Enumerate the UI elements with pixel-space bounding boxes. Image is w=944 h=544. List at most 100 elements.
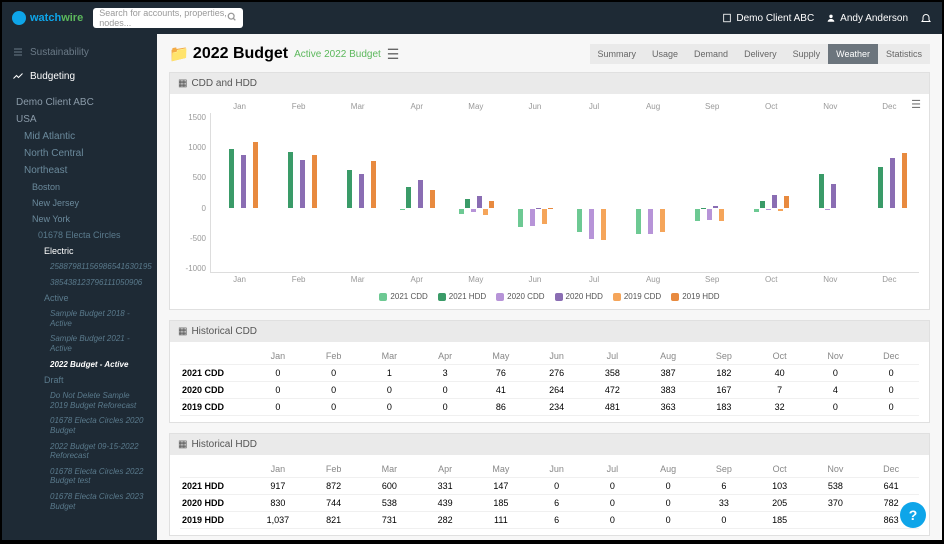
logo[interactable]: watchwire [12, 11, 83, 25]
tab-supply[interactable]: Supply [785, 44, 829, 64]
legend-item[interactable]: 2019 CDD [613, 292, 661, 301]
table-header: JanFebMarAprMayJunJulAugSepOctNovDec [180, 461, 919, 478]
tree-root[interactable]: Demo Client ABC [2, 94, 157, 111]
cell: 0 [696, 512, 752, 528]
bar[interactable] [518, 209, 523, 227]
legend-item[interactable]: 2021 HDD [438, 292, 486, 301]
bar[interactable] [530, 209, 535, 226]
bar[interactable] [878, 167, 883, 208]
bar[interactable] [465, 199, 470, 208]
bar[interactable] [831, 184, 836, 208]
tree-budget[interactable]: 2022 Budget 09-15-2022 Reforecast [2, 439, 157, 464]
tree-meter[interactable]: 25887981156986541630195 [2, 259, 157, 275]
bar[interactable] [253, 142, 258, 208]
bar[interactable] [819, 174, 824, 208]
tab-statistics[interactable]: Statistics [878, 44, 930, 64]
tree-city[interactable]: New Jersey [2, 195, 157, 211]
bell-icon[interactable] [920, 12, 932, 24]
legend-item[interactable]: 2020 CDD [496, 292, 544, 301]
bar[interactable] [890, 158, 895, 208]
tree-region[interactable]: Mid Atlantic [2, 128, 157, 145]
tree-budget[interactable]: Sample Budget 2018 - Active [2, 306, 157, 331]
bar[interactable] [784, 196, 789, 208]
tab-summary[interactable]: Summary [590, 44, 645, 64]
legend-item[interactable]: 2019 HDD [671, 292, 719, 301]
tab-usage[interactable]: Usage [644, 44, 686, 64]
bar[interactable] [418, 180, 423, 208]
bar[interactable] [312, 155, 317, 208]
month-label: Aug [624, 275, 683, 284]
bar[interactable] [229, 149, 234, 208]
bar[interactable] [371, 161, 376, 208]
tree-region[interactable]: North Central [2, 145, 157, 162]
bar[interactable] [754, 209, 759, 212]
tree-usa[interactable]: USA [2, 111, 157, 128]
bar[interactable] [902, 153, 907, 208]
legend-swatch [438, 293, 446, 301]
bar[interactable] [477, 196, 482, 208]
month-label: Jun [505, 102, 564, 111]
user-menu[interactable]: Andy Anderson [826, 13, 908, 24]
nav-budgeting[interactable]: Budgeting [2, 64, 157, 88]
panel-hdd: ▦ Historical HDD JanFebMarAprMayJunJulAu… [169, 433, 930, 536]
bar[interactable] [430, 190, 435, 208]
bar[interactable] [695, 209, 700, 221]
bar-group [742, 113, 801, 272]
bar[interactable] [636, 209, 641, 234]
legend-item[interactable]: 2020 HDD [555, 292, 603, 301]
bar[interactable] [577, 209, 582, 232]
tree-budget[interactable]: 01678 Electa Circles 2020 Budget [2, 413, 157, 438]
bar[interactable] [489, 201, 494, 208]
tree-budget[interactable]: Sample Budget 2021 - Active [2, 331, 157, 356]
tree-electric[interactable]: Electric [2, 243, 157, 259]
tab-weather[interactable]: Weather [828, 44, 878, 64]
bar[interactable] [241, 155, 246, 208]
search-input[interactable]: Search for accounts, properties, nodes..… [93, 8, 243, 28]
cell: 0 [863, 365, 919, 381]
bar[interactable] [471, 209, 476, 212]
tree-budget[interactable]: 01678 Electa Circles 2023 Budget [2, 489, 157, 514]
bar[interactable] [772, 195, 777, 208]
bar[interactable] [778, 209, 783, 211]
bar[interactable] [359, 174, 364, 208]
bar[interactable] [713, 206, 718, 208]
tree-meter[interactable]: 385438123796111050906 [2, 275, 157, 291]
bar[interactable] [406, 187, 411, 208]
bar[interactable] [760, 201, 765, 208]
tab-delivery[interactable]: Delivery [736, 44, 785, 64]
tree-city[interactable]: Boston [2, 179, 157, 195]
legend-label: 2021 HDD [449, 292, 486, 301]
tree-region[interactable]: Northeast [2, 162, 157, 179]
bar[interactable] [707, 209, 712, 220]
bar[interactable] [459, 209, 464, 214]
bar-group [624, 113, 683, 272]
tree-active[interactable]: Active [2, 290, 157, 306]
chart-menu-icon[interactable]: ☰ [911, 98, 921, 111]
tree-budget-active[interactable]: 2022 Budget - Active [2, 357, 157, 373]
bar[interactable] [288, 152, 293, 208]
cell: 183 [696, 399, 752, 415]
bar[interactable] [648, 209, 653, 234]
bar[interactable] [483, 209, 488, 215]
bar[interactable] [300, 160, 305, 208]
tree-city[interactable]: New York [2, 211, 157, 227]
bar[interactable] [719, 209, 724, 221]
bar[interactable] [347, 170, 352, 208]
help-button[interactable]: ? [900, 502, 926, 528]
tab-demand[interactable]: Demand [686, 44, 736, 64]
menu-icon[interactable]: ☰ [387, 46, 400, 63]
cell: 370 [808, 495, 864, 511]
tree-draft[interactable]: Draft [2, 372, 157, 388]
tree-account[interactable]: 01678 Electa Circles [2, 227, 157, 243]
nav-sustainability[interactable]: Sustainability [2, 40, 157, 64]
cell: 744 [306, 495, 362, 511]
client-selector[interactable]: Demo Client ABC [722, 13, 814, 24]
tree-budget[interactable]: Do Not Delete Sample 2019 Budget Reforec… [2, 388, 157, 413]
tree-budget[interactable]: 01678 Electa Circles 2022 Budget test [2, 464, 157, 489]
legend-item[interactable]: 2021 CDD [379, 292, 427, 301]
bar[interactable] [660, 209, 665, 232]
user-icon [826, 13, 836, 23]
bar[interactable] [601, 209, 606, 240]
bar[interactable] [589, 209, 594, 239]
bar[interactable] [542, 209, 547, 224]
